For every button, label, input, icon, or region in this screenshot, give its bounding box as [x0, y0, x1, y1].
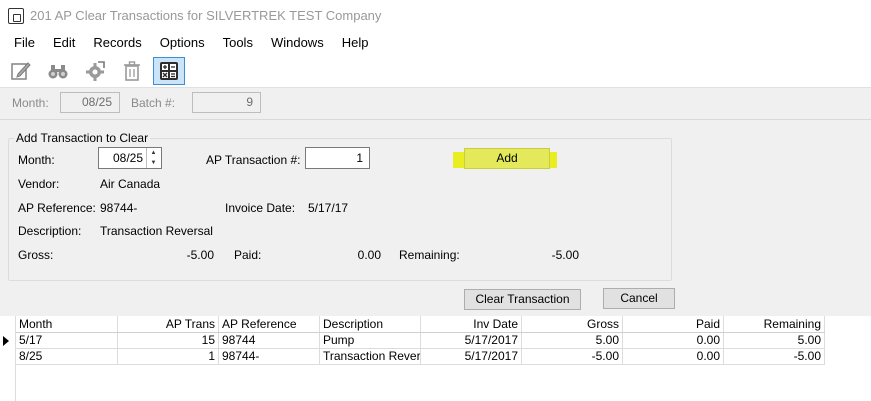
ap-reference-label: AP Reference: — [18, 201, 96, 215]
cell-paid: 0.00 — [623, 349, 724, 364]
clear-transaction-button[interactable]: Clear Transaction — [464, 289, 581, 310]
cell-ap-reference: 98744 — [219, 333, 320, 348]
invoice-date-label: Invoice Date: — [225, 201, 296, 215]
menu-options[interactable]: Options — [151, 31, 214, 55]
filter-batch-field: 9 — [192, 92, 261, 113]
calculator-icon — [160, 62, 178, 80]
settings-button[interactable] — [79, 57, 111, 85]
month-spinner[interactable]: ▲ ▼ — [146, 148, 160, 168]
edit-button[interactable] — [5, 57, 37, 85]
cell-ap-trans: 15 — [118, 333, 219, 348]
gross-value: -5.00 — [186, 248, 214, 262]
cell-description: Pump — [320, 333, 421, 348]
menu-tools[interactable]: Tools — [214, 31, 262, 55]
spin-up-icon[interactable]: ▲ — [147, 148, 160, 158]
delete-button[interactable] — [116, 57, 148, 85]
grid-table: Month AP Trans AP Reference Description … — [16, 316, 825, 365]
menu-windows[interactable]: Windows — [262, 31, 333, 55]
col-paid[interactable]: Paid — [623, 316, 724, 332]
cell-month: 8/25 — [16, 349, 118, 364]
menu-file[interactable]: File — [5, 31, 44, 55]
row-gutter — [0, 316, 16, 401]
window-title: 201 AP Clear Transactions for SILVERTREK… — [30, 8, 382, 23]
filter-month-field: 08/25 — [60, 92, 120, 113]
ap-trans-label: AP Transaction #: — [206, 153, 301, 167]
add-button[interactable]: Add — [464, 148, 550, 169]
current-row-icon — [3, 336, 9, 346]
table-row[interactable]: 5/17 15 98744 Pump 5/17/2017 5.00 0.00 5… — [16, 333, 825, 349]
col-description[interactable]: Description — [320, 316, 421, 332]
edit-icon — [11, 62, 31, 80]
menu-bar: File Edit Records Options Tools Windows … — [0, 31, 871, 55]
cell-ap-reference: 98744- — [219, 349, 320, 364]
col-gross[interactable]: Gross — [522, 316, 623, 332]
app-icon — [8, 7, 24, 24]
filter-bar: Month: 08/25 Batch #: 9 — [0, 88, 871, 120]
invoice-date-value: 5/17/17 — [308, 201, 349, 215]
ap-trans-input[interactable]: 1 — [305, 147, 370, 169]
cell-inv-date: 5/17/2017 — [421, 333, 522, 348]
menu-records[interactable]: Records — [84, 31, 150, 55]
table-row[interactable]: 8/25 1 98744- Transaction Reversa 5/17/2… — [16, 349, 825, 365]
gross-label: Gross: — [18, 248, 54, 262]
binoculars-icon — [48, 65, 68, 79]
col-inv-date[interactable]: Inv Date — [421, 316, 522, 332]
settings-icon — [86, 61, 105, 81]
menu-help[interactable]: Help — [333, 31, 378, 55]
vendor-value: Air Canada — [100, 177, 161, 191]
grid-header: Month AP Trans AP Reference Description … — [16, 316, 825, 333]
description-value: Transaction Reversal — [100, 224, 213, 238]
remaining-value: -5.00 — [551, 248, 579, 262]
menu-edit[interactable]: Edit — [44, 31, 84, 55]
cell-paid: 0.00 — [623, 333, 724, 348]
filter-batch-label: Batch #: — [131, 96, 176, 110]
month-label: Month: — [18, 153, 55, 167]
calculator-button[interactable] — [153, 57, 185, 85]
cell-description: Transaction Reversa — [320, 349, 421, 364]
ap-reference-value: 98744- — [100, 201, 138, 215]
cell-ap-trans: 1 — [118, 349, 219, 364]
spin-down-icon[interactable]: ▼ — [147, 158, 160, 168]
cell-inv-date: 5/17/2017 — [421, 349, 522, 364]
find-button[interactable] — [42, 57, 74, 85]
paid-value: 0.00 — [357, 248, 381, 262]
cell-gross: -5.00 — [522, 349, 623, 364]
cell-gross: 5.00 — [522, 333, 623, 348]
paid-label: Paid: — [234, 248, 262, 262]
transactions-grid: Month AP Trans AP Reference Description … — [0, 316, 871, 401]
cancel-button[interactable]: Cancel — [603, 288, 675, 309]
col-ap-trans[interactable]: AP Trans — [118, 316, 219, 332]
cell-remaining: 5.00 — [724, 333, 825, 348]
title-bar: 201 AP Clear Transactions for SILVERTREK… — [0, 0, 871, 31]
vendor-label: Vendor: — [18, 177, 60, 191]
filter-month-label: Month: — [12, 96, 49, 110]
group-title: Add Transaction to Clear — [14, 131, 151, 145]
col-ap-reference[interactable]: AP Reference — [219, 316, 320, 332]
description-label: Description: — [18, 224, 82, 238]
col-month[interactable]: Month — [16, 316, 118, 332]
toolbar — [0, 55, 871, 88]
cell-month: 5/17 — [16, 333, 118, 348]
col-remaining[interactable]: Remaining — [724, 316, 825, 332]
remaining-label: Remaining: — [399, 248, 460, 262]
cell-remaining: -5.00 — [724, 349, 825, 364]
trash-icon — [124, 61, 140, 81]
